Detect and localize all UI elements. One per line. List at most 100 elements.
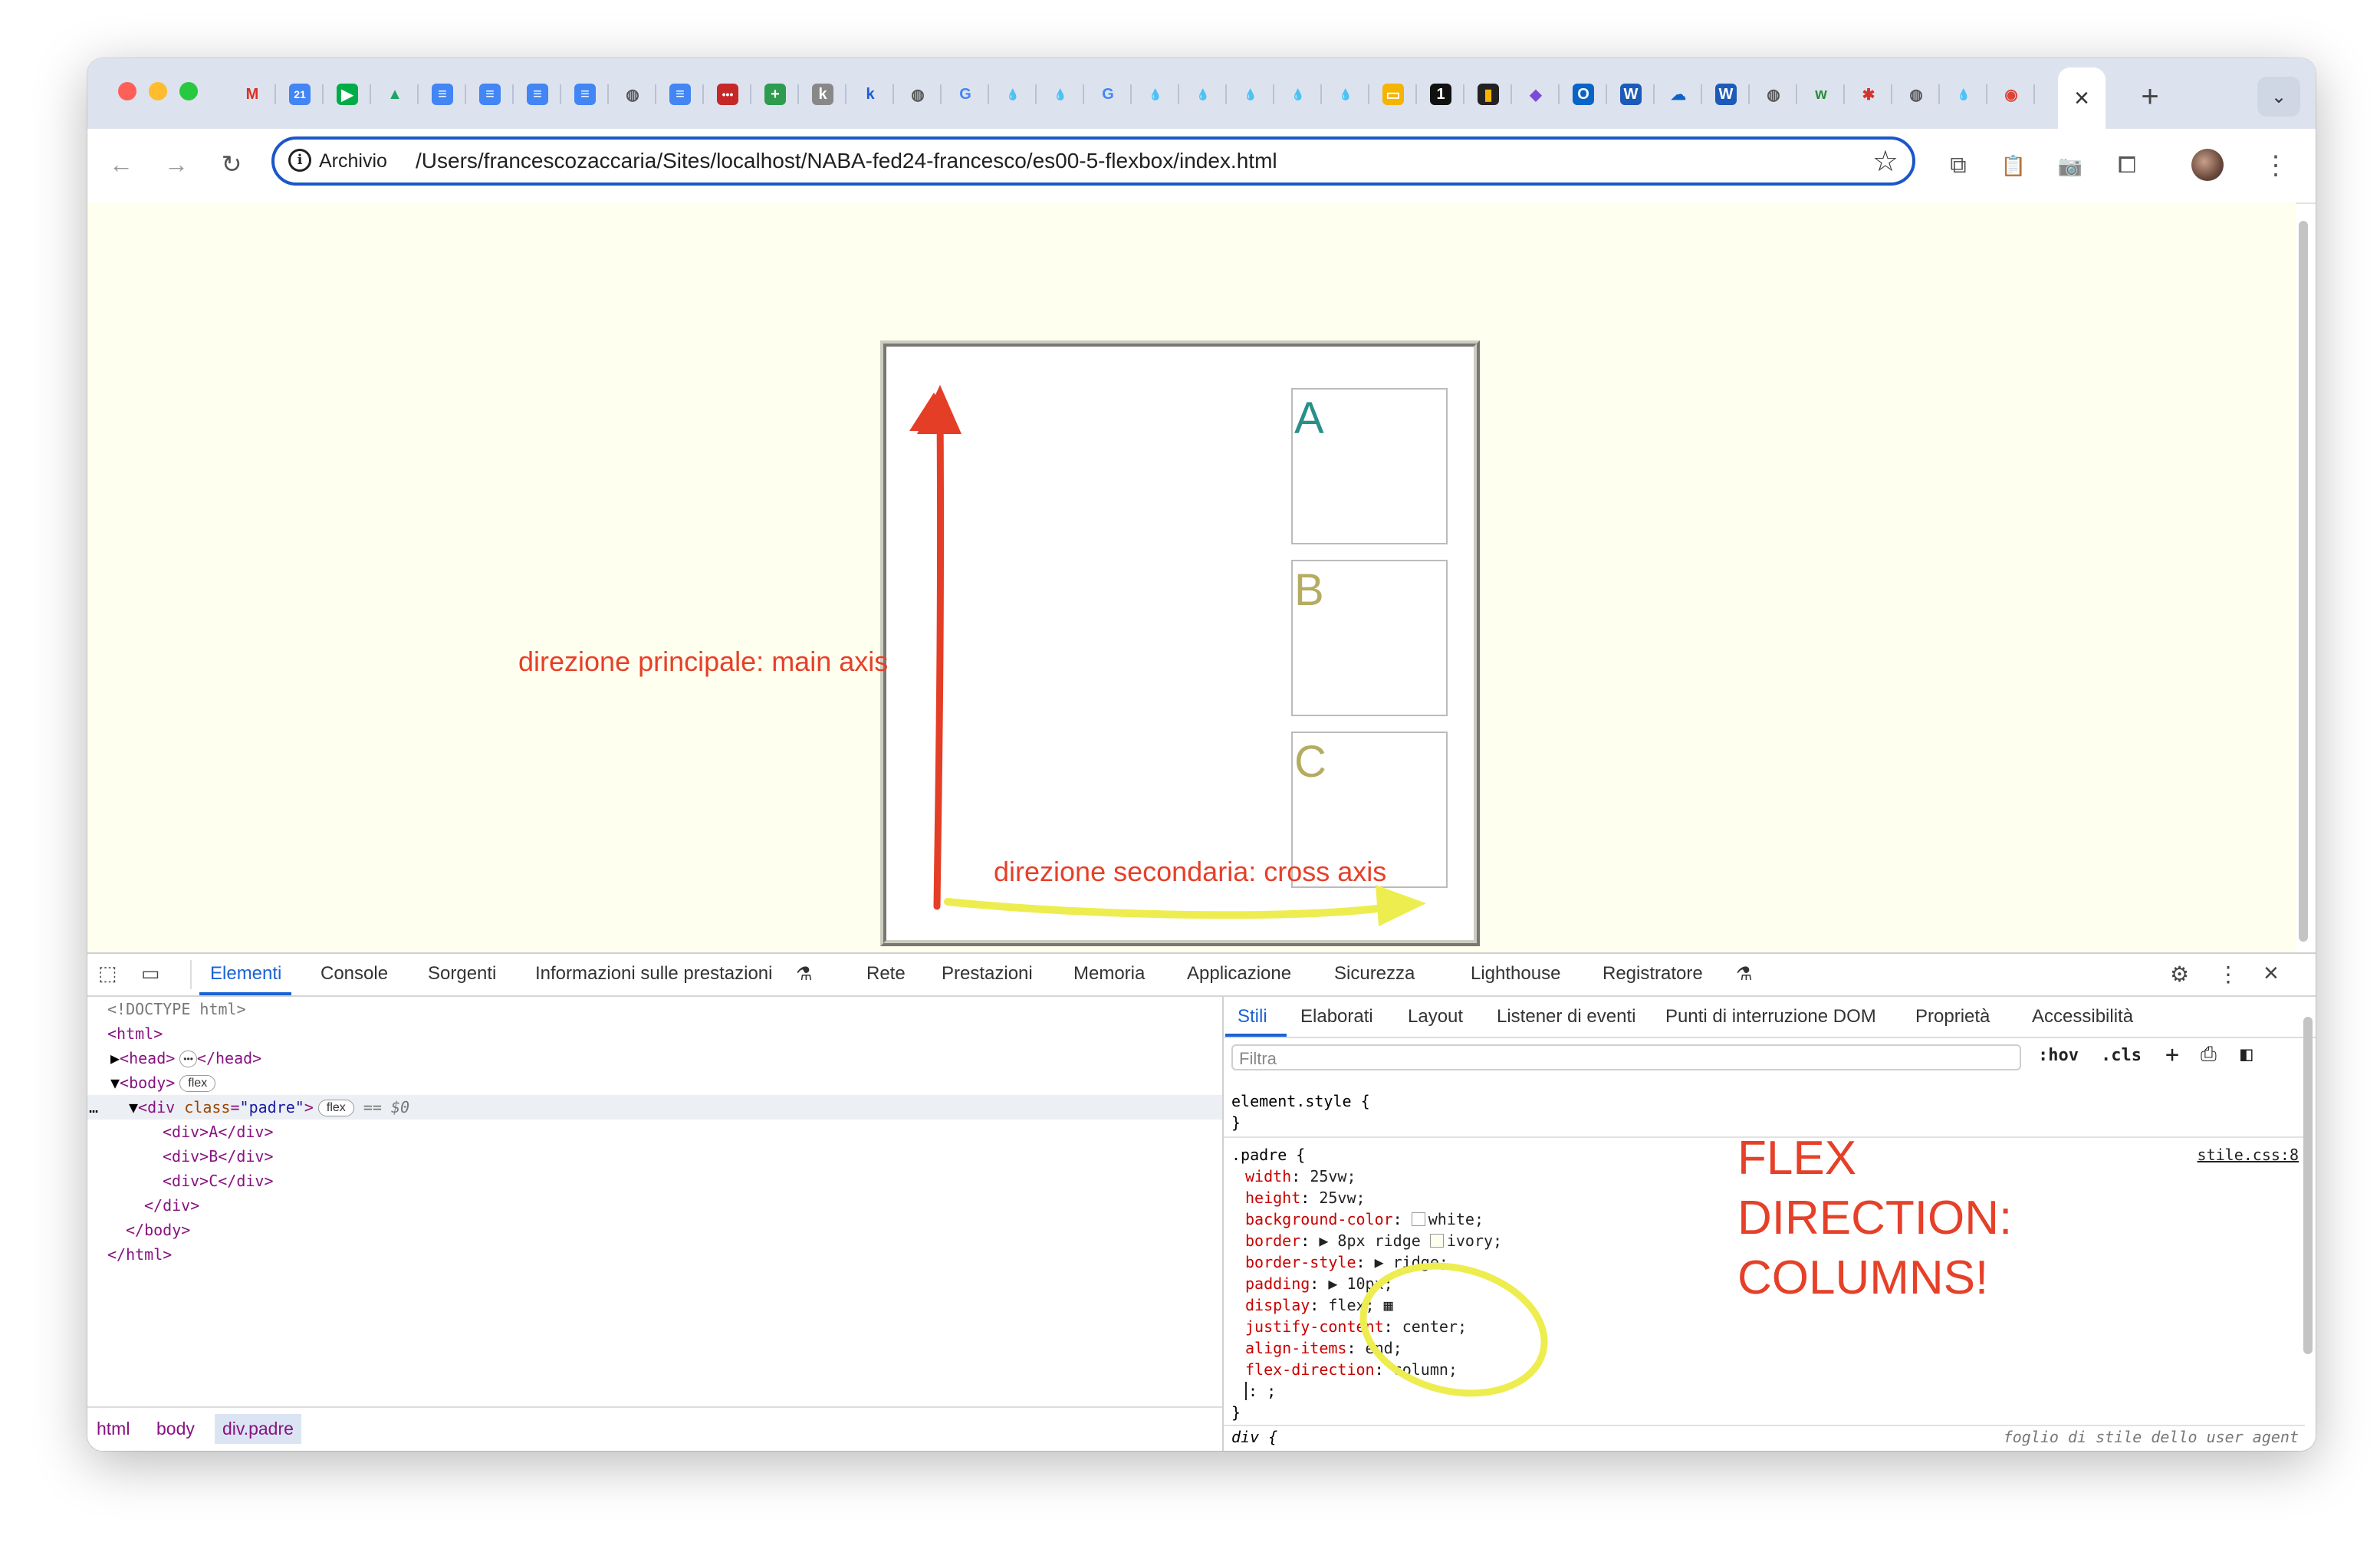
pinned-tab[interactable]: w bbox=[1797, 72, 1845, 117]
page-scrollbar[interactable] bbox=[2297, 206, 2309, 972]
site-info-icon[interactable]: i bbox=[288, 149, 311, 172]
dom-child-b[interactable]: <div>B</div> bbox=[163, 1144, 274, 1169]
css-property[interactable]: flex-direction bbox=[1245, 1360, 1375, 1379]
picture-in-picture-icon[interactable]: ⧉ bbox=[1941, 149, 1975, 182]
css-value[interactable]: ▶ ridge; bbox=[1375, 1253, 1448, 1271]
tab-memoria[interactable]: Memoria bbox=[1073, 963, 1145, 985]
styles-scrollbar[interactable] bbox=[2303, 1017, 2313, 1354]
tab-search-button[interactable]: ⌄ bbox=[2257, 77, 2300, 117]
css-declaration[interactable]: flex-direction: column; bbox=[1245, 1360, 1458, 1379]
pinned-tab[interactable]: ◍ bbox=[1892, 72, 1940, 117]
pinned-tab[interactable]: ≡ bbox=[419, 72, 466, 117]
pinned-tab[interactable]: ≡ bbox=[514, 72, 561, 117]
minimize-window-button[interactable] bbox=[149, 82, 167, 100]
pinned-tab[interactable]: G bbox=[942, 72, 989, 117]
tab-elaborati[interactable]: Elaborati bbox=[1300, 1006, 1373, 1028]
css-value[interactable]: ▶ 10px; bbox=[1328, 1274, 1392, 1293]
extensions-icon[interactable]: ⧠ bbox=[2110, 149, 2144, 182]
padre-selector[interactable]: .padre { bbox=[1231, 1146, 1305, 1164]
pinned-tab[interactable]: ▭ bbox=[1369, 72, 1417, 117]
active-tab-close-button[interactable]: × bbox=[2058, 67, 2106, 129]
inspect-element-icon[interactable]: ⬚ bbox=[98, 962, 117, 985]
css-value[interactable]: ▶ 8px ridge bbox=[1319, 1231, 1430, 1250]
tab-console[interactable]: Console bbox=[321, 963, 388, 985]
toggle-sidebar-icon[interactable]: ◧ bbox=[2240, 1043, 2253, 1066]
dom-child-a[interactable]: <div>A</div> bbox=[163, 1120, 274, 1144]
pinned-tab[interactable]: 1 bbox=[1417, 72, 1464, 117]
device-toolbar-icon[interactable]: ▭ bbox=[141, 962, 160, 985]
pinned-tab[interactable]: 💧 bbox=[1037, 72, 1084, 117]
source-link[interactable]: stile.css:8 bbox=[2198, 1146, 2299, 1164]
dom-head[interactable]: ▶<head> ••• </head> bbox=[110, 1046, 261, 1070]
css-declaration[interactable]: height: 25vw; bbox=[1245, 1189, 1366, 1207]
browser-menu-icon[interactable]: ⋮ bbox=[2259, 149, 2293, 182]
pinned-tab[interactable]: ▶ bbox=[324, 72, 371, 117]
dom-div-close[interactable]: </div> bbox=[144, 1193, 199, 1218]
pinned-tab[interactable]: 💧 bbox=[1227, 72, 1274, 117]
pinned-tab[interactable]: k bbox=[846, 72, 894, 117]
pinned-tab[interactable]: G bbox=[1084, 72, 1132, 117]
pinned-tab[interactable]: ••• bbox=[704, 72, 751, 117]
pinned-tab[interactable]: ◆ bbox=[1512, 72, 1560, 117]
css-declaration[interactable]: border: ▶ 8px ridge ivory; bbox=[1245, 1231, 1502, 1250]
pinned-tab[interactable]: ▮ bbox=[1464, 72, 1512, 117]
collapsed-ellipsis-badge[interactable]: ••• bbox=[179, 1051, 197, 1067]
breadcrumb-body[interactable]: body bbox=[156, 1419, 195, 1439]
dom-body-close[interactable]: </body> bbox=[126, 1218, 190, 1242]
pinned-tab[interactable]: 💧 bbox=[1132, 72, 1179, 117]
pinned-tab[interactable]: ≡ bbox=[561, 72, 609, 117]
element-style-selector[interactable]: element.style { bbox=[1231, 1092, 1370, 1110]
tab-registratore[interactable]: Registratore bbox=[1603, 963, 1703, 985]
tab-elementi[interactable]: Elementi bbox=[210, 963, 281, 985]
css-property[interactable]: display bbox=[1245, 1296, 1310, 1314]
breadcrumb-div-padre[interactable]: div.padre bbox=[215, 1414, 301, 1444]
tab-rete[interactable]: Rete bbox=[866, 963, 906, 985]
dom-doctype[interactable]: <!DOCTYPE html> bbox=[107, 997, 246, 1021]
forward-button[interactable]: → bbox=[158, 146, 195, 182]
pinned-tab[interactable]: M bbox=[228, 72, 276, 117]
css-declaration[interactable]: align-items: end; bbox=[1245, 1339, 1402, 1357]
pinned-tab[interactable]: ✱ bbox=[1845, 72, 1892, 117]
css-value[interactable]: white; bbox=[1428, 1210, 1484, 1228]
css-property[interactable]: height bbox=[1245, 1189, 1300, 1207]
devtools-more-icon[interactable]: ⋮ bbox=[2217, 962, 2239, 987]
css-declaration[interactable]: border-style: ▶ ridge; bbox=[1245, 1253, 1448, 1271]
hov-toggle[interactable]: :hov bbox=[2038, 1046, 2079, 1065]
color-swatch[interactable] bbox=[1429, 1234, 1444, 1248]
address-bar[interactable]: i Archivio /Users/francescozaccaria/Site… bbox=[271, 136, 1915, 186]
pinned-tab[interactable]: ☁ bbox=[1655, 72, 1702, 117]
collapse-triangle-icon[interactable]: ▼ bbox=[129, 1098, 138, 1116]
dom-child-c[interactable]: <div>C</div> bbox=[163, 1169, 274, 1193]
tab-sicurezza[interactable]: Sicurezza bbox=[1334, 963, 1415, 985]
pinned-tab[interactable]: k bbox=[799, 72, 846, 117]
clipboard-icon[interactable]: 📋 bbox=[1997, 149, 2030, 182]
bookmark-star-icon[interactable]: ☆ bbox=[1872, 144, 1898, 179]
css-value[interactable]: flex; ▦ bbox=[1328, 1296, 1392, 1314]
pinned-tab[interactable]: 💧 bbox=[1940, 72, 1987, 117]
reload-button[interactable]: ↻ bbox=[213, 146, 250, 182]
css-value[interactable]: center; bbox=[1402, 1317, 1467, 1336]
close-window-button[interactable] bbox=[118, 82, 136, 100]
css-declaration[interactable]: width: 25vw; bbox=[1245, 1167, 1356, 1185]
css-value[interactable]: column; bbox=[1393, 1360, 1458, 1379]
css-declaration[interactable]: display: flex; ▦ bbox=[1245, 1296, 1393, 1314]
tab-listener-eventi[interactable]: Listener di eventi bbox=[1497, 1006, 1635, 1028]
pinned-tab[interactable]: 💧 bbox=[1179, 72, 1227, 117]
css-property[interactable]: border-style bbox=[1245, 1253, 1356, 1271]
pinned-tab[interactable]: ▲ bbox=[371, 72, 419, 117]
pinned-tab[interactable]: O bbox=[1560, 72, 1607, 117]
editing-declaration[interactable]: : ; bbox=[1245, 1382, 1277, 1400]
css-property[interactable]: width bbox=[1245, 1167, 1291, 1185]
camera-icon[interactable]: 📷 bbox=[2053, 149, 2087, 182]
cls-toggle[interactable]: .cls bbox=[2101, 1046, 2142, 1065]
ua-div-selector[interactable]: div { bbox=[1231, 1428, 1277, 1446]
flex-badge[interactable]: flex bbox=[179, 1075, 216, 1092]
styles-filter-input[interactable]: Filtra bbox=[1231, 1044, 2021, 1070]
css-property[interactable]: align-items bbox=[1245, 1339, 1346, 1357]
dom-html-close[interactable]: </html> bbox=[107, 1242, 172, 1267]
css-property[interactable]: border bbox=[1245, 1231, 1300, 1250]
css-declaration[interactable]: padding: ▶ 10px; bbox=[1245, 1274, 1393, 1293]
css-property[interactable]: justify-content bbox=[1245, 1317, 1384, 1336]
tab-proprieta[interactable]: Proprietà bbox=[1915, 1006, 1990, 1028]
pinned-tab[interactable]: ◍ bbox=[609, 72, 656, 117]
